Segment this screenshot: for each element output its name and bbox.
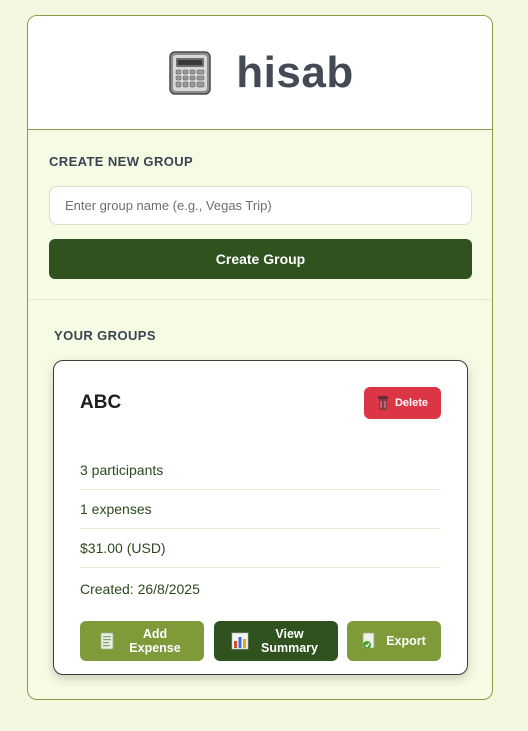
create-group-section: CREATE NEW GROUP Create Group (28, 130, 492, 300)
participants-count: 3 participants (80, 451, 441, 490)
your-groups-heading: YOUR GROUPS (54, 328, 156, 343)
group-name-input[interactable] (49, 186, 472, 225)
group-card: ABC Delete 3 participants 1 expenses $31… (53, 360, 468, 675)
trash-icon (377, 396, 388, 410)
expenses-count: 1 expenses (80, 490, 441, 529)
group-name: ABC (80, 392, 122, 413)
group-actions: Add Expense View Summary Export (80, 621, 441, 661)
view-summary-button[interactable]: View Summary (213, 621, 338, 661)
delete-label: Delete (394, 397, 429, 409)
view-summary-label: View Summary (261, 627, 318, 655)
app-title: hisab (236, 47, 354, 97)
group-total: $31.00 (USD) (80, 529, 441, 568)
app-container: hisab CREATE NEW GROUP Create Group YOUR… (27, 15, 493, 700)
bar-chart-icon (231, 632, 248, 650)
export-label: Export (386, 634, 426, 648)
created-date: Created: 26/8/2025 (80, 581, 200, 597)
app-header: hisab (28, 16, 492, 130)
add-expense-label: Add Expense (129, 627, 181, 655)
create-group-button[interactable]: Create Group (49, 239, 472, 279)
export-button[interactable]: Export (347, 621, 441, 661)
delete-group-button[interactable]: Delete (364, 387, 441, 419)
export-file-icon (362, 632, 375, 649)
create-group-heading: CREATE NEW GROUP (49, 154, 194, 169)
add-expense-button[interactable]: Add Expense (80, 621, 204, 661)
calculator-icon (169, 50, 212, 95)
receipt-icon (100, 632, 114, 650)
your-groups-section: YOUR GROUPS ABC Delete 3 participants 1 … (28, 300, 492, 675)
group-card-header: ABC Delete (80, 361, 441, 445)
group-info-list: 3 participants 1 expenses $31.00 (USD) C… (80, 451, 441, 609)
